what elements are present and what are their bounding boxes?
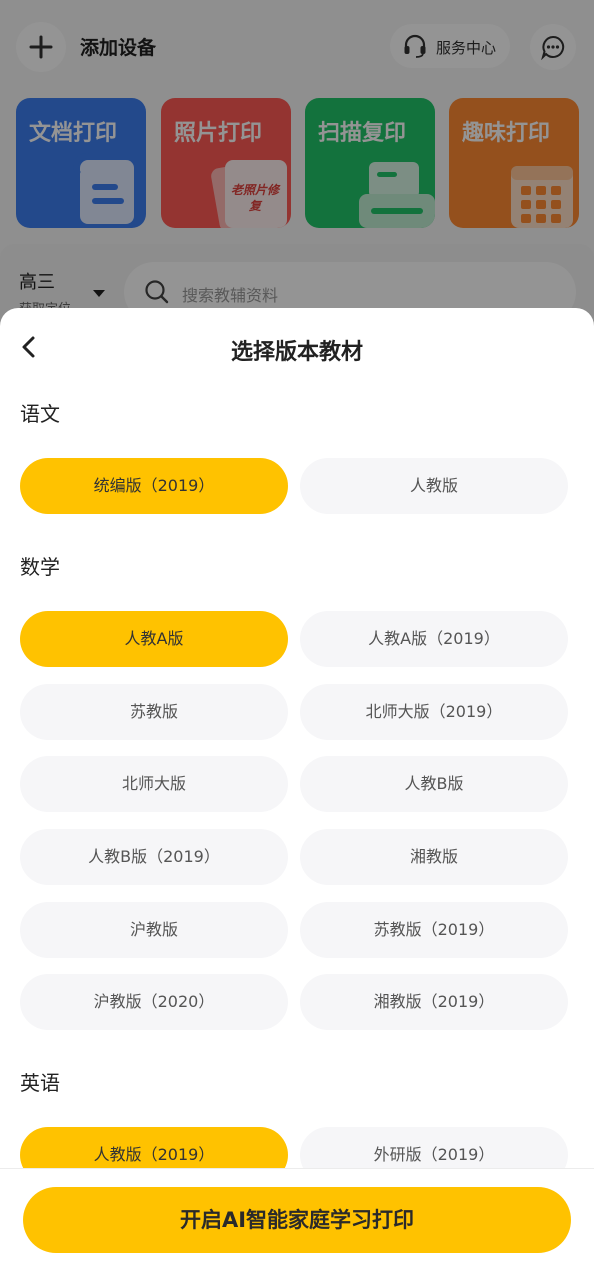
option-math-12[interactable]: 湘教版（2019） — [300, 974, 568, 1030]
subject-heading-english: 英语 — [20, 1071, 60, 1095]
sheet-title: 选择版本教材 — [230, 340, 363, 365]
option-math-7[interactable]: 人教B版（2019） — [20, 829, 288, 885]
option-chinese-1[interactable]: 统编版（2019） — [20, 458, 288, 514]
option-math-6[interactable]: 人教B版 — [300, 756, 568, 812]
option-math-9[interactable]: 沪教版 — [20, 902, 288, 958]
start-ai-print-button[interactable]: 开启AI智能家庭学习打印 — [23, 1187, 571, 1253]
option-math-3[interactable]: 苏教版 — [20, 684, 288, 740]
sheet-footer: 开启AI智能家庭学习打印 — [0, 1168, 594, 1280]
option-math-1[interactable]: 人教A版 — [20, 611, 288, 667]
option-math-8[interactable]: 湘教版 — [300, 829, 568, 885]
option-chinese-2[interactable]: 人教版 — [300, 458, 568, 514]
option-math-5[interactable]: 北师大版 — [20, 756, 288, 812]
option-math-2[interactable]: 人教A版（2019） — [300, 611, 568, 667]
option-math-10[interactable]: 苏教版（2019） — [300, 902, 568, 958]
option-math-4[interactable]: 北师大版（2019） — [300, 684, 568, 740]
subject-heading-chinese: 语文 — [20, 402, 60, 426]
option-math-11[interactable]: 沪教版（2020） — [20, 974, 288, 1030]
subject-heading-math: 数学 — [20, 555, 60, 579]
textbook-version-sheet: 选择版本教材 语文 统编版（2019） 人教版 数学 人教A版 人教A版（201… — [0, 308, 594, 1280]
